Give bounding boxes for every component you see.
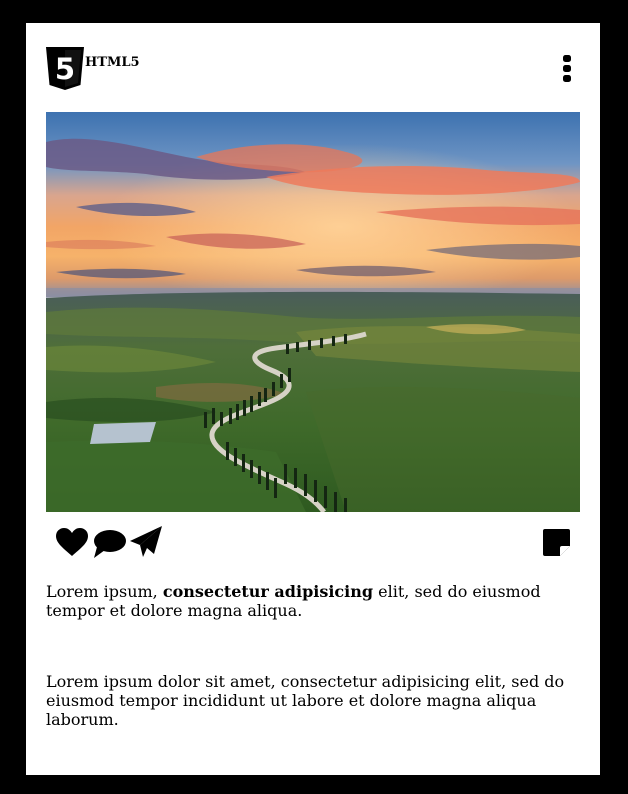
post-body-text: Lorem ipsum dolor sit amet, consectetur … <box>46 672 565 729</box>
paper-plane-icon[interactable] <box>129 525 163 558</box>
more-vertical-icon[interactable] <box>560 55 574 83</box>
post-actions <box>46 525 580 561</box>
brand: 5 HTML5 <box>46 47 140 90</box>
html5-logo-icon: 5 <box>46 47 84 90</box>
caption-bold: consectetur adipisicing <box>162 582 374 601</box>
post-header: 5 HTML5 <box>46 47 580 91</box>
post-photo <box>46 112 580 512</box>
brand-label: HTML5 <box>85 55 140 70</box>
post-card: 5 HTML5 Lorem ipsum, consectetur adipisi… <box>26 23 600 775</box>
heart-icon[interactable] <box>55 527 89 557</box>
caption-lead: Lorem ipsum, <box>46 582 163 601</box>
sticky-note-icon[interactable] <box>542 528 571 557</box>
logo-number: 5 <box>55 52 75 86</box>
speech-bubble-icon[interactable] <box>93 529 126 559</box>
post-caption: Lorem ipsum, consectetur adipisicing eli… <box>46 582 566 620</box>
